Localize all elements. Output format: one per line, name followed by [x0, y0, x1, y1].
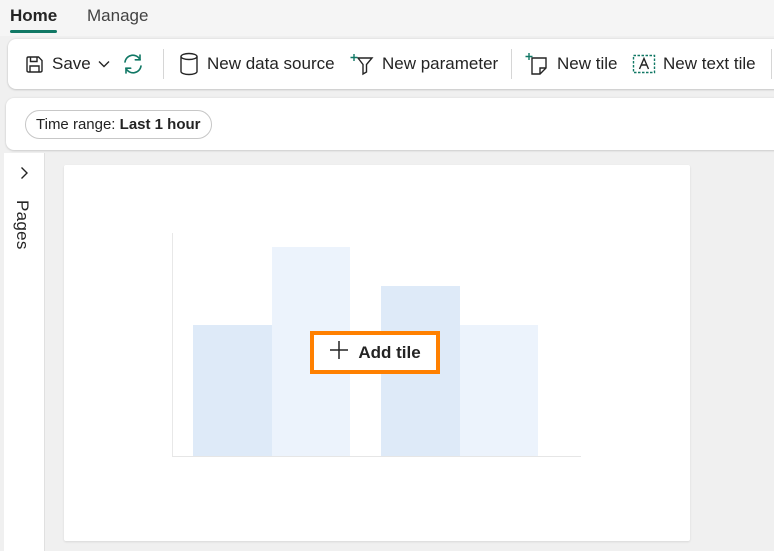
new-parameter-label: New parameter — [382, 54, 499, 73]
toolbar-divider — [771, 49, 772, 79]
pages-panel: Pages — [4, 153, 45, 551]
new-data-source-button[interactable]: New data source — [179, 39, 335, 89]
add-tile-button[interactable]: Add tile — [310, 331, 440, 374]
add-tile-label: Add tile — [358, 342, 421, 362]
refresh-button[interactable] — [121, 39, 145, 89]
funnel-plus-icon — [350, 52, 374, 76]
new-data-source-label: New data source — [207, 54, 335, 73]
time-range-key: Time range: — [36, 116, 116, 133]
new-text-tile-button[interactable]: New text tile — [632, 39, 756, 89]
chevron-down-icon[interactable] — [97, 57, 111, 71]
save-icon — [25, 55, 44, 74]
ribbon-tabs: Home Manage — [0, 0, 774, 36]
tab-manage[interactable]: Manage — [87, 5, 148, 33]
time-range-value: Last 1 hour — [119, 116, 201, 133]
tile-plus-icon — [525, 52, 549, 76]
new-text-tile-label: New text tile — [663, 54, 756, 73]
save-button[interactable]: Save — [25, 39, 111, 89]
plus-icon — [329, 340, 358, 365]
pages-label[interactable]: Pages — [12, 200, 32, 250]
time-range-filter[interactable]: Time range: Last 1 hour — [25, 110, 212, 139]
toolbar-divider — [163, 49, 164, 79]
tab-home[interactable]: Home — [10, 5, 58, 33]
new-tile-label: New tile — [557, 54, 618, 73]
toolbar: Save New data source New parameter New t… — [8, 39, 774, 89]
database-icon — [179, 52, 199, 76]
new-parameter-button[interactable]: New parameter — [350, 39, 498, 89]
toolbar-divider — [511, 49, 512, 79]
filter-bar: Time range: Last 1 hour — [6, 98, 774, 150]
chevron-right-icon[interactable] — [16, 165, 32, 186]
refresh-icon — [121, 52, 145, 76]
save-label: Save — [52, 54, 91, 73]
text-tile-icon — [632, 52, 656, 76]
new-tile-button[interactable]: New tile — [525, 39, 617, 89]
